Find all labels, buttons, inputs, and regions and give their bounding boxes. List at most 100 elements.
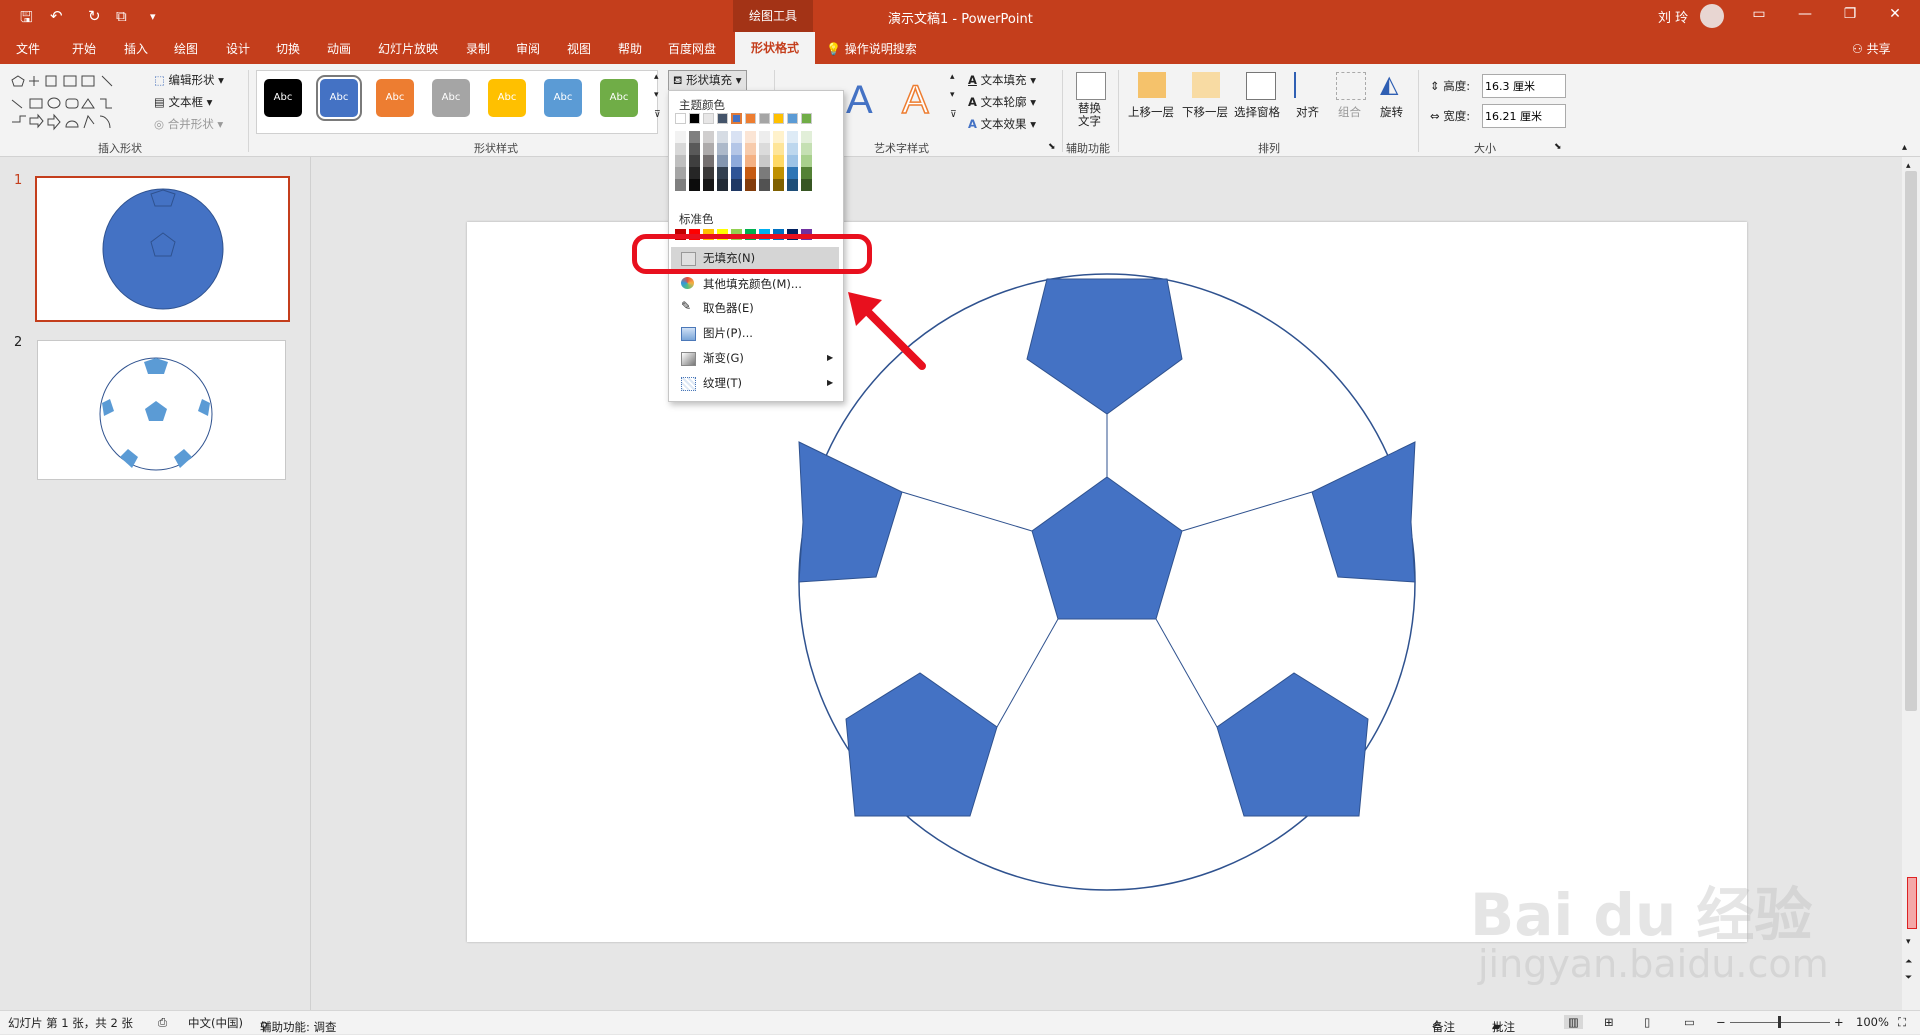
text-fill-button[interactable]: A 文本填充 ▾ xyxy=(968,72,1036,88)
rotate-button[interactable]: 旋转 xyxy=(1380,104,1403,120)
reading-view-icon[interactable]: ▯ xyxy=(1644,1015,1650,1029)
align-icon[interactable] xyxy=(1294,72,1324,98)
redo-icon[interactable]: ↻ xyxy=(88,7,101,25)
shape-style-option[interactable]: Abc xyxy=(544,79,582,117)
theme-color-swatch[interactable] xyxy=(689,131,700,143)
theme-color-swatch[interactable] xyxy=(787,113,798,124)
normal-view-icon[interactable]: ▥ xyxy=(1564,1015,1583,1029)
spelling-icon[interactable]: ⎙ xyxy=(158,1015,167,1030)
slide-thumbnail-1[interactable] xyxy=(35,176,290,322)
eyedropper-option[interactable]: ✎ 取色器(E) xyxy=(671,297,839,319)
alt-text-button[interactable]: 替换文字 xyxy=(1078,102,1104,128)
slide-canvas[interactable] xyxy=(467,222,1747,942)
wordart-style-outline-icon[interactable]: A xyxy=(901,77,929,123)
theme-color-swatch[interactable] xyxy=(759,155,770,167)
theme-color-swatch[interactable] xyxy=(801,155,812,167)
wordart-style-blue-icon[interactable]: A xyxy=(846,78,873,123)
zoom-in-icon[interactable]: + xyxy=(1834,1015,1844,1029)
theme-color-swatch[interactable] xyxy=(703,167,714,179)
theme-color-swatch[interactable] xyxy=(745,143,756,155)
save-icon[interactable]: 🖫 xyxy=(20,7,33,32)
theme-color-swatch[interactable] xyxy=(731,179,742,191)
tab-review[interactable]: 审阅 xyxy=(516,40,540,57)
slide-sorter-icon[interactable]: ⊞ xyxy=(1604,1015,1614,1029)
slide-thumbnail-2[interactable] xyxy=(37,340,286,480)
prev-slide-icon[interactable]: ⏶ xyxy=(1905,957,1912,967)
zoom-out-icon[interactable]: − xyxy=(1716,1015,1726,1029)
tab-draw[interactable]: 绘图 xyxy=(174,40,198,57)
theme-color-swatch[interactable] xyxy=(801,167,812,179)
bring-forward-icon[interactable] xyxy=(1138,72,1166,98)
tab-design[interactable]: 设计 xyxy=(226,40,250,57)
shape-style-option[interactable]: Abc xyxy=(488,79,526,117)
ribbon-display-icon[interactable]: ▭ xyxy=(1744,6,1774,22)
theme-color-swatch[interactable] xyxy=(703,113,714,124)
theme-color-swatch[interactable] xyxy=(787,131,798,143)
scrollbar-thumb[interactable] xyxy=(1905,171,1917,711)
text-box-button[interactable]: ▤ 文本框 ▾ xyxy=(154,94,212,110)
tab-view[interactable]: 视图 xyxy=(567,40,591,57)
size-dialog-launcher-icon[interactable]: ⬊ xyxy=(1554,142,1562,152)
theme-color-swatch[interactable] xyxy=(787,167,798,179)
language-indicator[interactable]: 中文(中国) xyxy=(188,1015,243,1031)
theme-color-swatch[interactable] xyxy=(787,143,798,155)
theme-color-swatch[interactable] xyxy=(689,143,700,155)
theme-color-swatch[interactable] xyxy=(773,131,784,143)
tab-insert[interactable]: 插入 xyxy=(124,40,148,57)
wordart-more-icon[interactable]: ⊽ xyxy=(950,110,957,120)
shape-style-option[interactable]: Abc xyxy=(316,75,362,121)
theme-color-swatch[interactable] xyxy=(703,143,714,155)
tab-home[interactable]: 开始 xyxy=(72,40,96,57)
theme-color-swatch[interactable] xyxy=(773,113,784,124)
theme-color-swatch[interactable] xyxy=(717,143,728,155)
gallery-up-icon[interactable]: ▴ xyxy=(654,72,659,82)
avatar[interactable] xyxy=(1700,4,1724,28)
theme-color-swatch[interactable] xyxy=(689,155,700,167)
theme-color-swatch[interactable] xyxy=(787,155,798,167)
gallery-more-icon[interactable]: ⊽ xyxy=(654,110,661,120)
theme-color-swatch[interactable] xyxy=(801,143,812,155)
share-button[interactable]: ⚇ 共享 xyxy=(1852,40,1891,57)
texture-fill-option[interactable]: 纹理(T) ▶ xyxy=(671,372,839,394)
customize-qat-icon[interactable]: ▾ xyxy=(150,10,156,23)
minimize-icon[interactable]: — xyxy=(1790,6,1820,22)
theme-color-swatch[interactable] xyxy=(759,179,770,191)
theme-color-swatch[interactable] xyxy=(773,167,784,179)
tab-animations[interactable]: 动画 xyxy=(327,40,351,57)
fit-to-window-icon[interactable]: ⛶ xyxy=(1898,1015,1906,1030)
theme-color-swatch[interactable] xyxy=(773,179,784,191)
theme-color-swatch[interactable] xyxy=(703,179,714,191)
zoom-level[interactable]: 100% xyxy=(1856,1015,1889,1029)
theme-color-swatch[interactable] xyxy=(759,113,770,124)
height-field[interactable] xyxy=(1482,74,1566,98)
align-button[interactable]: 对齐 xyxy=(1296,104,1319,120)
theme-color-swatch[interactable] xyxy=(731,155,742,167)
theme-color-swatch[interactable] xyxy=(759,167,770,179)
theme-color-swatch[interactable] xyxy=(759,131,770,143)
theme-color-swatch[interactable] xyxy=(773,143,784,155)
tell-me-search[interactable]: 💡 操作说明搜索 xyxy=(826,40,917,57)
text-outline-button[interactable]: A 文本轮廓 ▾ xyxy=(968,94,1036,110)
send-backward-icon[interactable] xyxy=(1192,72,1220,98)
theme-color-swatch[interactable] xyxy=(731,131,742,143)
theme-color-swatch[interactable] xyxy=(689,167,700,179)
selection-pane-icon[interactable] xyxy=(1246,72,1276,100)
theme-color-swatch[interactable] xyxy=(675,155,686,167)
picture-fill-option[interactable]: 图片(P)... xyxy=(671,322,839,344)
wordart-up-icon[interactable]: ▴ xyxy=(950,72,955,82)
alt-text-icon[interactable] xyxy=(1076,72,1106,100)
theme-color-swatch[interactable] xyxy=(717,167,728,179)
theme-color-swatch[interactable] xyxy=(745,131,756,143)
theme-color-swatch[interactable] xyxy=(717,113,728,124)
scroll-down-icon[interactable]: ▾ xyxy=(1906,937,1911,947)
theme-color-swatch[interactable] xyxy=(675,167,686,179)
selection-pane-button[interactable]: 选择窗格 xyxy=(1234,104,1280,120)
shape-style-option[interactable]: Abc xyxy=(432,79,470,117)
theme-color-swatch[interactable] xyxy=(675,143,686,155)
undo-icon[interactable]: ↶ xyxy=(50,7,63,25)
wordart-dialog-launcher-icon[interactable]: ⬊ xyxy=(1048,142,1056,152)
gradient-fill-option[interactable]: 渐变(G) ▶ xyxy=(671,347,839,369)
tab-baidu-netdisk[interactable]: 百度网盘 xyxy=(668,40,716,57)
collapse-ribbon-icon[interactable]: ▴ xyxy=(1902,142,1907,153)
bring-forward-button[interactable]: 上移一层 xyxy=(1128,104,1174,120)
